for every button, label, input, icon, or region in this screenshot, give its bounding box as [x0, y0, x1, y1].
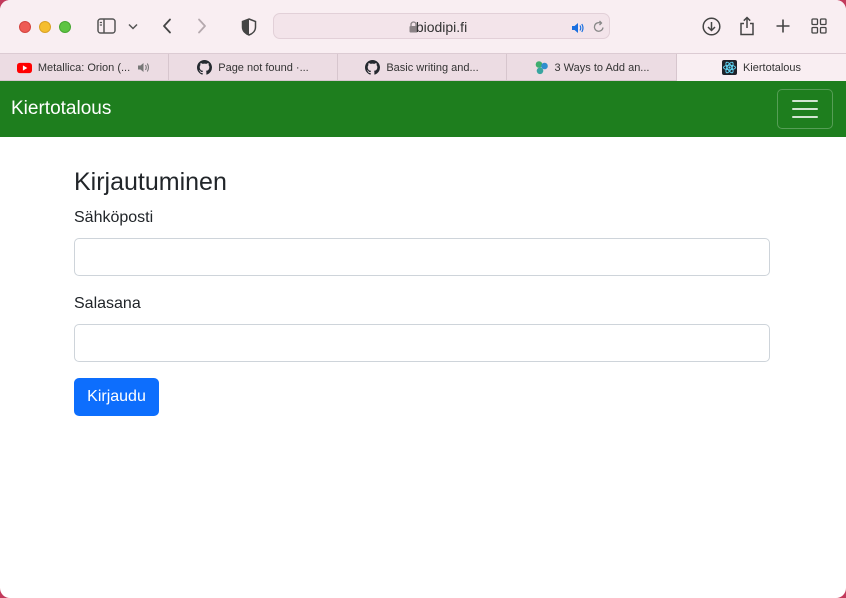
- browser-toolbar: biodipi.fi: [0, 0, 846, 53]
- hamburger-icon-bar: [792, 100, 818, 102]
- site-navbar: Kiertotalous: [0, 81, 846, 137]
- navbar-brand[interactable]: Kiertotalous: [11, 98, 111, 120]
- tab-overview-icon[interactable]: [810, 17, 828, 35]
- new-tab-icon[interactable]: [774, 17, 792, 35]
- forward-icon[interactable]: [194, 17, 210, 35]
- email-label: Sähköposti: [74, 209, 154, 226]
- tab-bar: Metallica: Orion (... Page not found ·..…: [0, 53, 846, 81]
- browser-window: biodipi.fi Metallica: Orion (... Page no…: [0, 0, 846, 598]
- email-field[interactable]: [74, 238, 770, 276]
- tab-title: Page not found ·...: [218, 61, 309, 74]
- tab-title: Kiertotalous: [742, 61, 802, 74]
- zoom-window-button[interactable]: [59, 21, 71, 33]
- downloads-icon[interactable]: [701, 16, 721, 36]
- login-submit-button[interactable]: Kirjaudu: [74, 378, 159, 416]
- address-bar[interactable]: biodipi.fi: [273, 13, 610, 39]
- close-window-button[interactable]: [19, 21, 31, 33]
- youtube-icon: [16, 60, 32, 75]
- tab-basic-writing[interactable]: Basic writing and...: [338, 54, 507, 81]
- speaker-icon[interactable]: [136, 60, 151, 75]
- tab-title: Basic writing and...: [386, 61, 479, 74]
- github-icon: [197, 60, 213, 75]
- password-field[interactable]: [74, 324, 770, 362]
- navbar-toggler-button[interactable]: [777, 89, 833, 129]
- share-icon[interactable]: [738, 15, 756, 37]
- site-icon: [534, 60, 549, 75]
- audio-playing-icon[interactable]: [571, 21, 585, 39]
- tab-page-not-found[interactable]: Page not found ·...: [169, 54, 338, 81]
- tab-3-ways[interactable]: 3 Ways to Add an...: [507, 54, 677, 81]
- sidebar-icon[interactable]: [96, 17, 116, 35]
- privacy-shield-icon[interactable]: [240, 17, 258, 36]
- back-icon[interactable]: [159, 17, 175, 35]
- tab-title: 3 Ways to Add an...: [554, 61, 650, 74]
- chevron-down-icon[interactable]: [127, 21, 139, 31]
- page-title: Kirjautuminen: [74, 168, 227, 196]
- react-icon: [721, 60, 737, 75]
- password-label: Salasana: [74, 295, 141, 312]
- tab-kiertotalous[interactable]: Kiertotalous: [677, 54, 846, 81]
- url-text: biodipi.fi: [415, 19, 468, 35]
- hamburger-icon-bar: [792, 116, 818, 118]
- reload-icon[interactable]: [593, 20, 605, 38]
- tab-metallica[interactable]: Metallica: Orion (...: [0, 54, 169, 81]
- hamburger-icon-bar: [792, 108, 818, 110]
- tab-title: Metallica: Orion (...: [37, 61, 131, 74]
- github-icon: [365, 60, 381, 75]
- minimize-window-button[interactable]: [39, 21, 51, 33]
